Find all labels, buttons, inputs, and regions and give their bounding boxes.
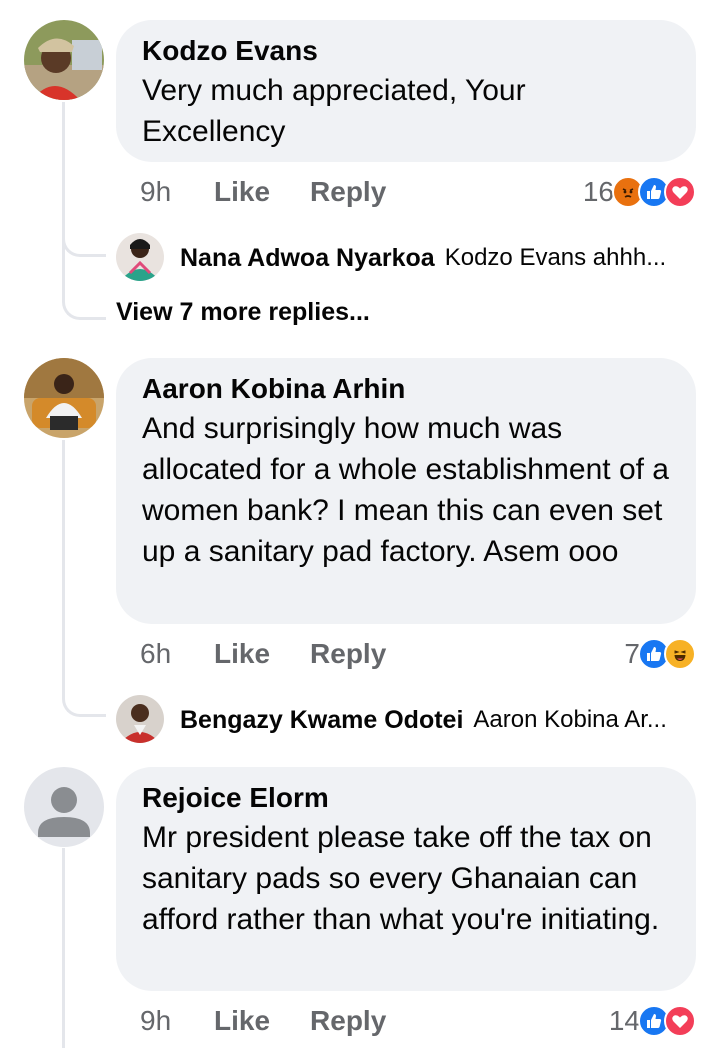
reply-text: Kodzo Evans ahhh... — [444, 244, 667, 271]
avatar-photo — [116, 695, 164, 743]
reaction-summary[interactable]: 7 — [624, 634, 696, 674]
love-icon — [664, 1005, 696, 1037]
love-icon — [664, 176, 696, 208]
avatar-photo — [24, 358, 104, 438]
comment-actions: 6h Like Reply — [140, 634, 426, 674]
comment-time[interactable]: 6h — [140, 638, 214, 670]
comment-text: And surprisingly how much was allocated … — [142, 412, 669, 568]
like-button[interactable]: Like — [214, 638, 270, 670]
comment-time[interactable]: 9h — [140, 1005, 214, 1037]
like-button[interactable]: Like — [214, 176, 270, 208]
reaction-summary[interactable]: 16 — [583, 172, 696, 212]
avatar[interactable] — [24, 767, 104, 847]
comment-time[interactable]: 9h — [140, 176, 214, 208]
comment-text: Mr president please take off the tax on … — [142, 821, 660, 936]
default-avatar-icon — [24, 767, 104, 847]
comment-author[interactable]: Rejoice Elorm — [142, 781, 670, 815]
reaction-count: 16 — [582, 176, 614, 207]
reply-preview[interactable]: Bengazy Kwame Odotei Aaron Kobina Ar... — [180, 700, 690, 740]
reply-button[interactable]: Reply — [310, 1005, 386, 1037]
comment-actions: 9h Like Reply — [140, 1001, 426, 1041]
avatar-photo — [24, 20, 104, 100]
avatar[interactable] — [24, 358, 104, 438]
avatar[interactable] — [116, 695, 164, 743]
comment-actions: 9h Like Reply — [140, 172, 426, 212]
reply-author[interactable]: Nana Adwoa Nyarkoa — [180, 244, 435, 273]
avatar[interactable] — [116, 233, 164, 281]
comment-author[interactable]: Kodzo Evans — [142, 34, 670, 68]
thread-branch — [62, 102, 106, 320]
avatar-photo — [116, 233, 164, 281]
reaction-summary[interactable]: 14 — [609, 1001, 696, 1041]
comment-bubble: Aaron Kobina Arhin And surprisingly how … — [116, 358, 696, 624]
haha-icon — [664, 638, 696, 670]
comment-bubble: Kodzo Evans Very much appreciated, Your … — [116, 20, 696, 162]
reply-button[interactable]: Reply — [310, 176, 386, 208]
reply-text: Aaron Kobina Ar... — [473, 706, 667, 733]
reaction-count: 14 — [608, 1005, 640, 1036]
comment-bubble: Rejoice Elorm Mr president please take o… — [116, 767, 696, 991]
thread-line — [62, 848, 65, 1048]
reply-preview[interactable]: Nana Adwoa Nyarkoa Kodzo Evans ahhh... — [180, 238, 690, 278]
avatar[interactable] — [24, 20, 104, 100]
comment-author[interactable]: Aaron Kobina Arhin — [142, 372, 670, 406]
view-more-replies-link[interactable]: View 7 more replies... — [116, 298, 370, 327]
comment-text: Very much appreciated, Your Excellency — [142, 74, 526, 148]
like-button[interactable]: Like — [214, 1005, 270, 1037]
reply-button[interactable]: Reply — [310, 638, 386, 670]
reply-author[interactable]: Bengazy Kwame Odotei — [180, 706, 463, 735]
thread-branch — [62, 440, 106, 717]
